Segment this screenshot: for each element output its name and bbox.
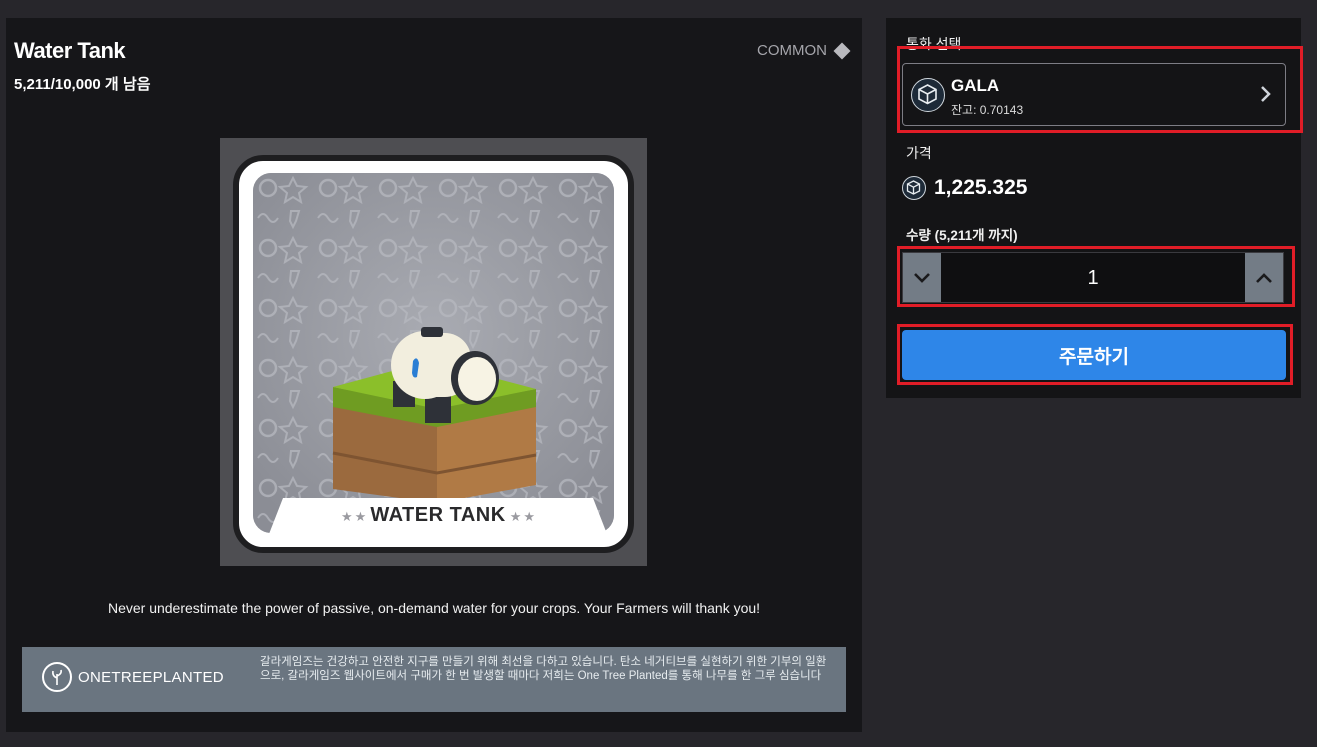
quantity-label: 수량 (5,211개 까지) <box>906 228 1018 243</box>
price-value: 1,225.325 <box>934 176 1028 199</box>
item-card: ★★ WATER TANK ★★ <box>233 155 634 553</box>
partner-banner: ONETREEPLANTED 갈라게임즈는 건강하고 안전한 지구를 만들기 위… <box>22 647 846 712</box>
one-tree-planted-logo: ONETREEPLANTED <box>42 662 224 692</box>
partner-text: 갈라게임즈는 건강하고 안전한 지구를 만들기 위해 최선을 다하고 있습니다.… <box>260 656 827 682</box>
currency-name: GALA <box>951 76 1000 95</box>
tree-icon <box>42 662 72 692</box>
chevron-right-icon <box>1261 86 1271 102</box>
chevron-up-icon <box>1256 272 1272 283</box>
star-icon: ★★ <box>509 509 537 524</box>
currency-selector[interactable]: GALA 잔고: 0.70143 <box>902 63 1286 126</box>
quantity-stepper <box>902 252 1284 304</box>
rarity-label: COMMON <box>757 42 827 59</box>
item-description: Never underestimate the power of passive… <box>107 600 761 616</box>
gala-token-icon <box>911 78 945 112</box>
item-image: ★★ WATER TANK ★★ <box>220 138 647 566</box>
chevron-down-icon <box>914 272 930 283</box>
card-name-banner: ★★ WATER TANK ★★ <box>269 496 607 536</box>
gala-token-icon <box>902 176 926 200</box>
increase-quantity-button[interactable] <box>1245 253 1283 302</box>
card-artwork <box>253 173 614 533</box>
item-detail-panel: Water Tank 5,211/10,000 개 남음 COMMON ★★ W… <box>6 18 862 732</box>
currency-balance: 잔고: 0.70143 <box>951 103 1024 117</box>
order-button[interactable]: 주문하기 <box>902 330 1286 380</box>
currency-label: 통화 선택 <box>906 36 962 52</box>
purchase-panel: 통화 선택 GALA 잔고: 0.70143 가격 1,225.325 수량 (… <box>886 18 1301 398</box>
logo-text: ONETREEPLANTED <box>78 668 224 686</box>
price-display: 1,225.325 <box>902 176 1027 200</box>
remaining-count: 5,211/10,000 개 남음 <box>14 76 151 93</box>
diamond-icon <box>833 42 851 59</box>
price-label: 가격 <box>906 145 932 161</box>
rarity-badge: COMMON <box>757 42 851 59</box>
water-tank-illustration <box>253 173 614 533</box>
card-name-text: WATER TANK <box>370 504 506 526</box>
quantity-input[interactable] <box>943 253 1243 304</box>
item-title: Water Tank <box>14 38 126 63</box>
decrease-quantity-button[interactable] <box>903 253 941 302</box>
